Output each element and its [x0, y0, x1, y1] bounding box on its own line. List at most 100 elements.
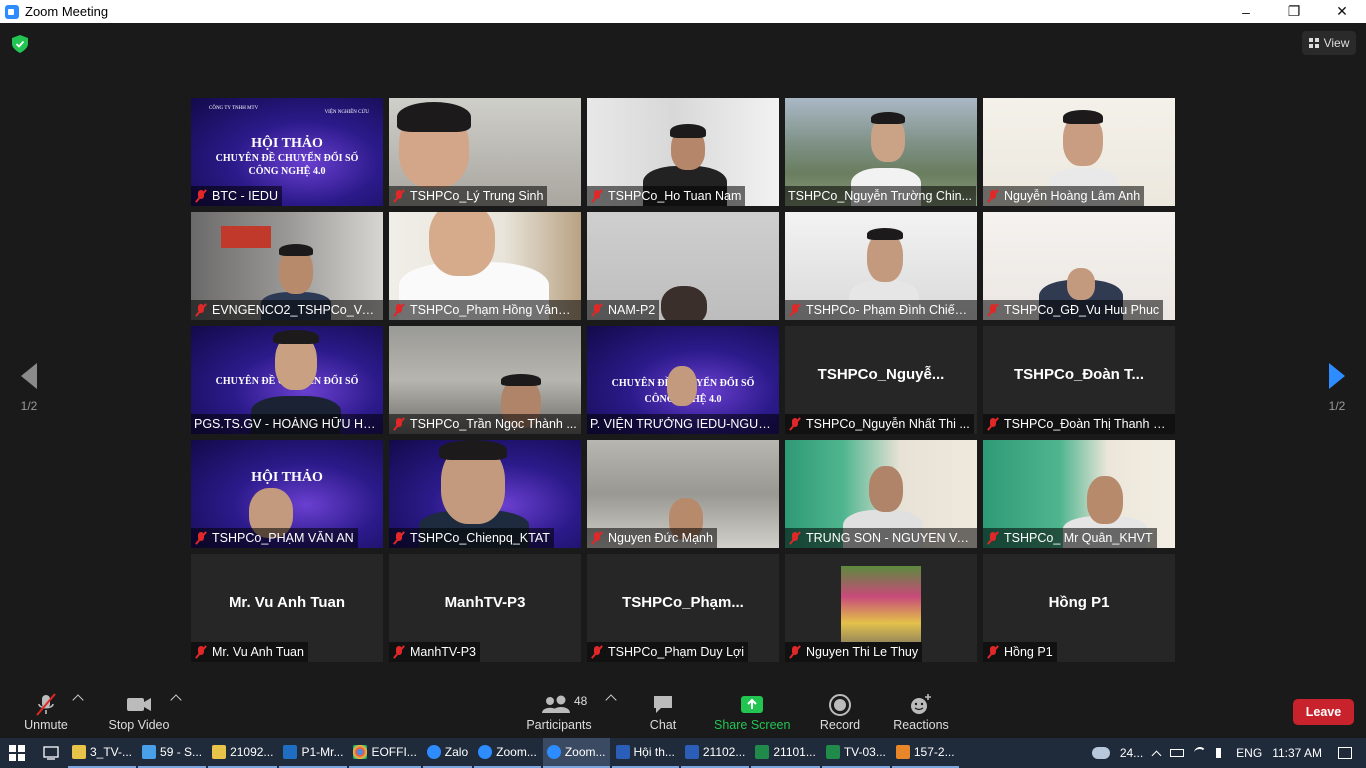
mic-muted-icon — [986, 531, 1000, 545]
video-tile[interactable]: NAM-P2 — [587, 212, 779, 320]
zalo-icon — [426, 745, 441, 759]
video-tile[interactable]: EVNGENCO2_TSHPCo_Vu ... — [191, 212, 383, 320]
mic-muted-icon — [986, 189, 1000, 203]
video-tile[interactable]: CÔNG TY TNHH MTV VIỆN NGHIÊN CỨU HỘI THẢ… — [191, 98, 383, 206]
participant-label: TSHPCo_Phạm Hồng Vân_K... — [389, 300, 581, 320]
video-tile[interactable]: CHUYÊN ĐỀ CHUYỂN ĐỔI SỐ PGS.TS.GV - HOÀN… — [191, 326, 383, 434]
taskbar-item[interactable]: Hội th... — [611, 738, 679, 768]
participant-label: ManhTV-P3 — [389, 642, 481, 662]
chrome-icon — [353, 745, 368, 759]
mic-muted-icon — [986, 645, 1000, 659]
task-view-button[interactable] — [34, 738, 68, 768]
maximize-button[interactable]: ❐ — [1270, 0, 1318, 23]
banner-subtitle-2: CÔNG NGHỆ 4.0 — [248, 166, 326, 177]
taskbar-item[interactable]: 21102... — [680, 738, 750, 768]
leave-button[interactable]: Leave — [1293, 699, 1354, 725]
mic-muted-icon — [194, 189, 208, 203]
weather-temp[interactable]: 24... — [1120, 746, 1143, 760]
word-icon — [615, 745, 630, 759]
video-tile[interactable]: TRUNG SON - NGUYEN VA... — [785, 440, 977, 548]
video-tile[interactable]: TSHPCo_Nguyễ... TSHPCo_Nguyễn Nhất Thi .… — [785, 326, 977, 434]
video-tile[interactable]: TSHPCo_Lý Trung Sinh — [389, 98, 581, 206]
taskbar-item[interactable]: 59 - S... — [138, 738, 207, 768]
chevron-up-icon[interactable] — [1151, 750, 1162, 760]
video-tile[interactable]: TSHPCo_GĐ_Vu Huu Phuc — [983, 212, 1175, 320]
video-tile[interactable]: TSHPCo_Ho Tuan Nam — [587, 98, 779, 206]
participant-name: TSHPCo_Phạm... — [622, 594, 744, 611]
participant-name: TSHPCo_Đoàn T... — [1013, 366, 1144, 383]
taskbar-item-active[interactable]: Zoom... — [542, 738, 610, 768]
share-screen-button[interactable]: Share Screen — [714, 688, 790, 738]
close-button[interactable]: ✕ — [1318, 0, 1366, 23]
video-tile[interactable]: Nguyen Đức Mạnh — [587, 440, 779, 548]
battery-icon[interactable] — [1170, 749, 1185, 757]
video-tile[interactable]: TSHPCo_Trần Ngọc Thành ... — [389, 326, 581, 434]
video-tile[interactable]: TSHPCo_Phạm Hồng Vân_K... — [389, 212, 581, 320]
taskbar-item[interactable]: 21092... — [208, 738, 278, 768]
video-tile[interactable]: TSHPCo_Đoàn T... TSHPCo_Đoàn Thị Thanh N… — [983, 326, 1175, 434]
taskbar-item[interactable]: 3_TV-... — [68, 738, 137, 768]
participant-label: TSHPCo_Trần Ngọc Thành ... — [389, 414, 581, 434]
video-tile[interactable]: TSHPCo_Nguyễn Trường Chin... — [785, 98, 977, 206]
active-speaker-tile[interactable]: CHUYÊN ĐỀ CHUYỂN ĐỔI SỐ CÔNG NGHỆ 4.0 P.… — [587, 326, 779, 434]
shield-icon[interactable] — [12, 35, 28, 53]
video-tile[interactable]: TSHPCo_Phạm... TSHPCo_Phạm Duy Lợi — [587, 554, 779, 662]
minimize-button[interactable]: – — [1222, 0, 1270, 23]
video-tile[interactable]: Hồng P1 Hồng P1 — [983, 554, 1175, 662]
meeting-area: View 1/2 1/2 CÔNG TY TNHH MTV VIỆN NGHIÊ… — [0, 23, 1366, 688]
taskbar-item[interactable]: 21101... — [751, 738, 820, 768]
participants-options-caret[interactable] — [605, 694, 617, 706]
next-page-button[interactable]: 1/2 — [1322, 363, 1352, 413]
video-tile[interactable]: HỘI THẢO TSHPCo_PHẠM VĂN AN — [191, 440, 383, 548]
video-tile[interactable]: TSHPCo- Phạm Đình Chiến ... — [785, 212, 977, 320]
mic-muted-icon — [788, 531, 802, 545]
video-tile[interactable]: Nguyễn Hoàng Lâm Anh — [983, 98, 1175, 206]
taskbar-item[interactable]: Zoom... — [474, 738, 541, 768]
taskbar-item[interactable]: TV-03... — [821, 738, 890, 768]
taskbar-item[interactable]: EOFFI... — [349, 738, 421, 768]
windows-logo-icon — [9, 745, 25, 761]
weather-icon[interactable] — [1091, 747, 1110, 759]
mic-muted-icon — [194, 645, 208, 659]
participants-button[interactable]: 48 Participants — [524, 688, 594, 738]
chat-icon — [654, 696, 672, 713]
mic-muted-icon — [194, 531, 208, 545]
start-button[interactable] — [0, 738, 34, 768]
chat-button[interactable]: Chat — [640, 688, 686, 738]
record-button[interactable]: Record — [816, 688, 864, 738]
participant-label: NAM-P2 — [587, 300, 660, 320]
participant-label: TSHPCo_Ho Tuan Nam — [587, 186, 746, 206]
view-label: View — [1323, 36, 1350, 50]
participant-label: P. VIỆN TRƯỞNG IEDU-NGUY... — [587, 414, 779, 434]
view-button[interactable]: View — [1302, 31, 1356, 55]
taskbar-item[interactable]: 157-2... — [891, 738, 959, 768]
taskbar-item[interactable]: Zalo — [422, 738, 473, 768]
notifications-icon[interactable] — [1338, 747, 1352, 759]
prev-page-button[interactable]: 1/2 — [14, 363, 44, 413]
window-title: Zoom Meeting — [25, 4, 109, 19]
video-tile[interactable]: ManhTV-P3 ManhTV-P3 — [389, 554, 581, 662]
participant-label: TSHPCo_Lý Trung Sinh — [389, 186, 548, 206]
participant-label: Nguyen Thi Le Thuy — [785, 642, 923, 662]
participant-label: EVNGENCO2_TSHPCo_Vu ... — [191, 300, 383, 320]
audio-options-caret[interactable] — [72, 694, 84, 706]
participant-label: Nguyễn Hoàng Lâm Anh — [983, 186, 1145, 206]
wifi-icon[interactable] — [1194, 747, 1207, 759]
participant-label: TSHPCo_Nguyễn Nhất Thi ... — [785, 414, 974, 434]
participant-label: TSHPCo- Phạm Đình Chiến ... — [785, 300, 977, 320]
mic-muted-icon — [36, 693, 56, 716]
clock[interactable]: 11:37 AM — [1272, 746, 1322, 760]
video-tile[interactable]: Mr. Vu Anh Tuan Mr. Vu Anh Tuan — [191, 554, 383, 662]
participant-label: BTC - IEDU — [191, 186, 282, 206]
speaker-icon[interactable] — [1216, 748, 1226, 758]
reactions-button[interactable]: Reactions — [890, 688, 952, 738]
taskbar-item[interactable]: P1-Mr... — [279, 738, 348, 768]
stop-video-button[interactable]: Stop Video — [104, 688, 174, 738]
video-tile[interactable]: TSHPCo_Chienpq_KTAT — [389, 440, 581, 548]
language-indicator[interactable]: ENG — [1236, 746, 1262, 760]
video-tile[interactable]: TSHPCo_ Mr Quân_KHVT — [983, 440, 1175, 548]
unmute-button[interactable]: Unmute — [20, 688, 72, 738]
video-grid: CÔNG TY TNHH MTV VIỆN NGHIÊN CỨU HỘI THẢ… — [191, 98, 1175, 662]
video-tile[interactable]: Nguyen Thi Le Thuy — [785, 554, 977, 662]
participant-label: TSHPCo_Chienpq_KTAT — [389, 528, 554, 548]
